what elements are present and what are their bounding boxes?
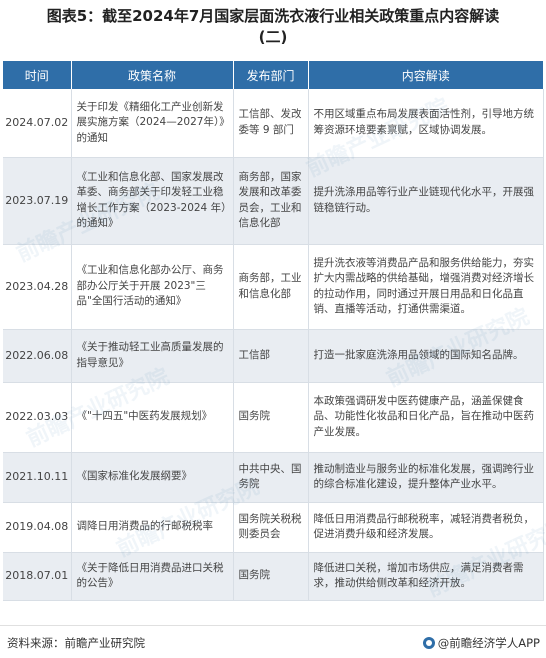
table-row: 2021.10.11 《国家标准化发展纲要》 中共中央、国务院 推动制造业与服务… (3, 452, 544, 503)
row-policy-name: 调降日用消费品的行邮税税率 (71, 502, 234, 553)
source-note: 资料来源：前瞻产业研究院 (7, 636, 145, 650)
chart-title: 图表5：截至2024年7月国家层面洗衣液行业相关政策重点内容解读 (二) (0, 6, 546, 48)
header-interpretation: 内容解读 (308, 61, 543, 89)
row-content: 提升洗衣液等消费品产品和服务供给能力，夯实扩大内需战略的供给基础，增强消费对经济… (308, 244, 544, 330)
table-row: 2022.06.08 《关于推动轻工业高质量发展的指导意见》 工信部 打造一批家… (3, 329, 544, 383)
brand-credit: @前瞻经济学人APP (422, 635, 540, 651)
row-department: 工信部 (233, 329, 309, 383)
row-date: 2021.10.11 (3, 452, 72, 503)
row-content: 本政策强调研发中医药健康产品，涵盖保健食品、功能性化妆品和日化产品，旨在推动中医… (308, 382, 544, 453)
table-row: 2023.04.28 《工业和信息化部办公厅、商务部办公厅关于开展 2023"三… (3, 244, 544, 330)
title-line-1: 图表5：截至2024年7月国家层面洗衣液行业相关政策重点内容解读 (46, 7, 500, 25)
table-header-row: 时间 政策名称 发布部门 内容解读 (3, 61, 543, 89)
table-row: 2022.03.03 《"十四五"中医药发展规划》 国务院 本政策强调研发中医药… (3, 382, 544, 453)
row-policy-name: 《国家标准化发展纲要》 (71, 452, 234, 503)
row-department: 国务院 (233, 552, 309, 601)
row-policy-name: 《"十四五"中医药发展规划》 (71, 382, 234, 453)
row-date: 2019.04.08 (3, 502, 72, 553)
row-content: 降低日用消费品行邮税税率，减轻消费者税负，促进消费升级和经济发展。 (308, 502, 544, 553)
row-policy-name: 《工业和信息化部办公厅、商务部办公厅关于开展 2023"三品"全国行活动的通知》 (71, 244, 234, 330)
row-content: 提升洗涤用品等行业产业链现代化水平，开展强链稳链行动。 (308, 157, 544, 245)
row-department: 国务院关税税则委员会 (233, 502, 309, 553)
table-row: 2023.07.19 《工业和信息化部、国家发展改革委、商务部关于印发轻工业稳增… (3, 157, 544, 245)
row-department: 商务部，工业和信息化部 (233, 244, 309, 330)
header-date: 时间 (3, 61, 72, 89)
header-policy-name: 政策名称 (71, 61, 234, 89)
footer: 资料来源：前瞻产业研究院 @前瞻经济学人APP (0, 625, 546, 658)
row-policy-name: 《关于降低日用消费品进口关税的公告》 (71, 552, 234, 601)
brand-logo-icon (422, 637, 435, 649)
row-content: 推动制造业与服务业的标准化发展，强调跨行业的综合标准化建设，提升整体产业水平。 (308, 452, 544, 503)
table-row: 2019.04.08 调降日用消费品的行邮税税率 国务院关税税则委员会 降低日用… (3, 502, 544, 553)
row-date: 2018.07.01 (3, 552, 72, 601)
row-date: 2023.07.19 (3, 157, 72, 245)
row-content: 不用区域重点布局发展表面活性剂，引导地方统筹资源环境要素禀赋，区域协调发展。 (308, 89, 544, 158)
row-date: 2024.07.02 (3, 89, 72, 158)
row-department: 商务部，国家发展和改革委员会，工业和信息化部 (233, 157, 309, 245)
row-department: 中共中央、国务院 (233, 452, 309, 503)
brand-text: @前瞻经济学人APP (437, 636, 540, 650)
table-row: 2018.07.01 《关于降低日用消费品进口关税的公告》 国务院 降低进口关税… (3, 552, 544, 601)
row-date: 2022.03.03 (3, 382, 72, 453)
title-line-2: (二) (258, 28, 288, 46)
row-date: 2023.04.28 (3, 244, 72, 330)
policy-table: 时间 政策名称 发布部门 内容解读 2024.07.02 关于印发《精细化工产业… (3, 61, 544, 601)
header-department: 发布部门 (233, 61, 309, 89)
row-content: 打造一批家庭洗涤用品领域的国际知名品牌。 (308, 329, 544, 383)
row-policy-name: 《关于推动轻工业高质量发展的指导意见》 (71, 329, 234, 383)
row-policy-name: 关于印发《精细化工产业创新发展实施方案（2024—2027年）》的通知 (71, 89, 234, 158)
row-department: 国务院 (233, 382, 309, 453)
row-date: 2022.06.08 (3, 329, 72, 383)
row-policy-name: 《工业和信息化部、国家发展改革委、商务部关于印发轻工业稳增长工作方案（2023-… (71, 157, 234, 245)
table-row: 2024.07.02 关于印发《精细化工产业创新发展实施方案（2024—2027… (3, 89, 544, 158)
row-department: 工信部、发改委等 9 部门 (233, 89, 309, 158)
row-content: 降低进口关税，增加市场供应，满足消费者需求，推动供给侧改革和经济开放。 (308, 552, 544, 601)
